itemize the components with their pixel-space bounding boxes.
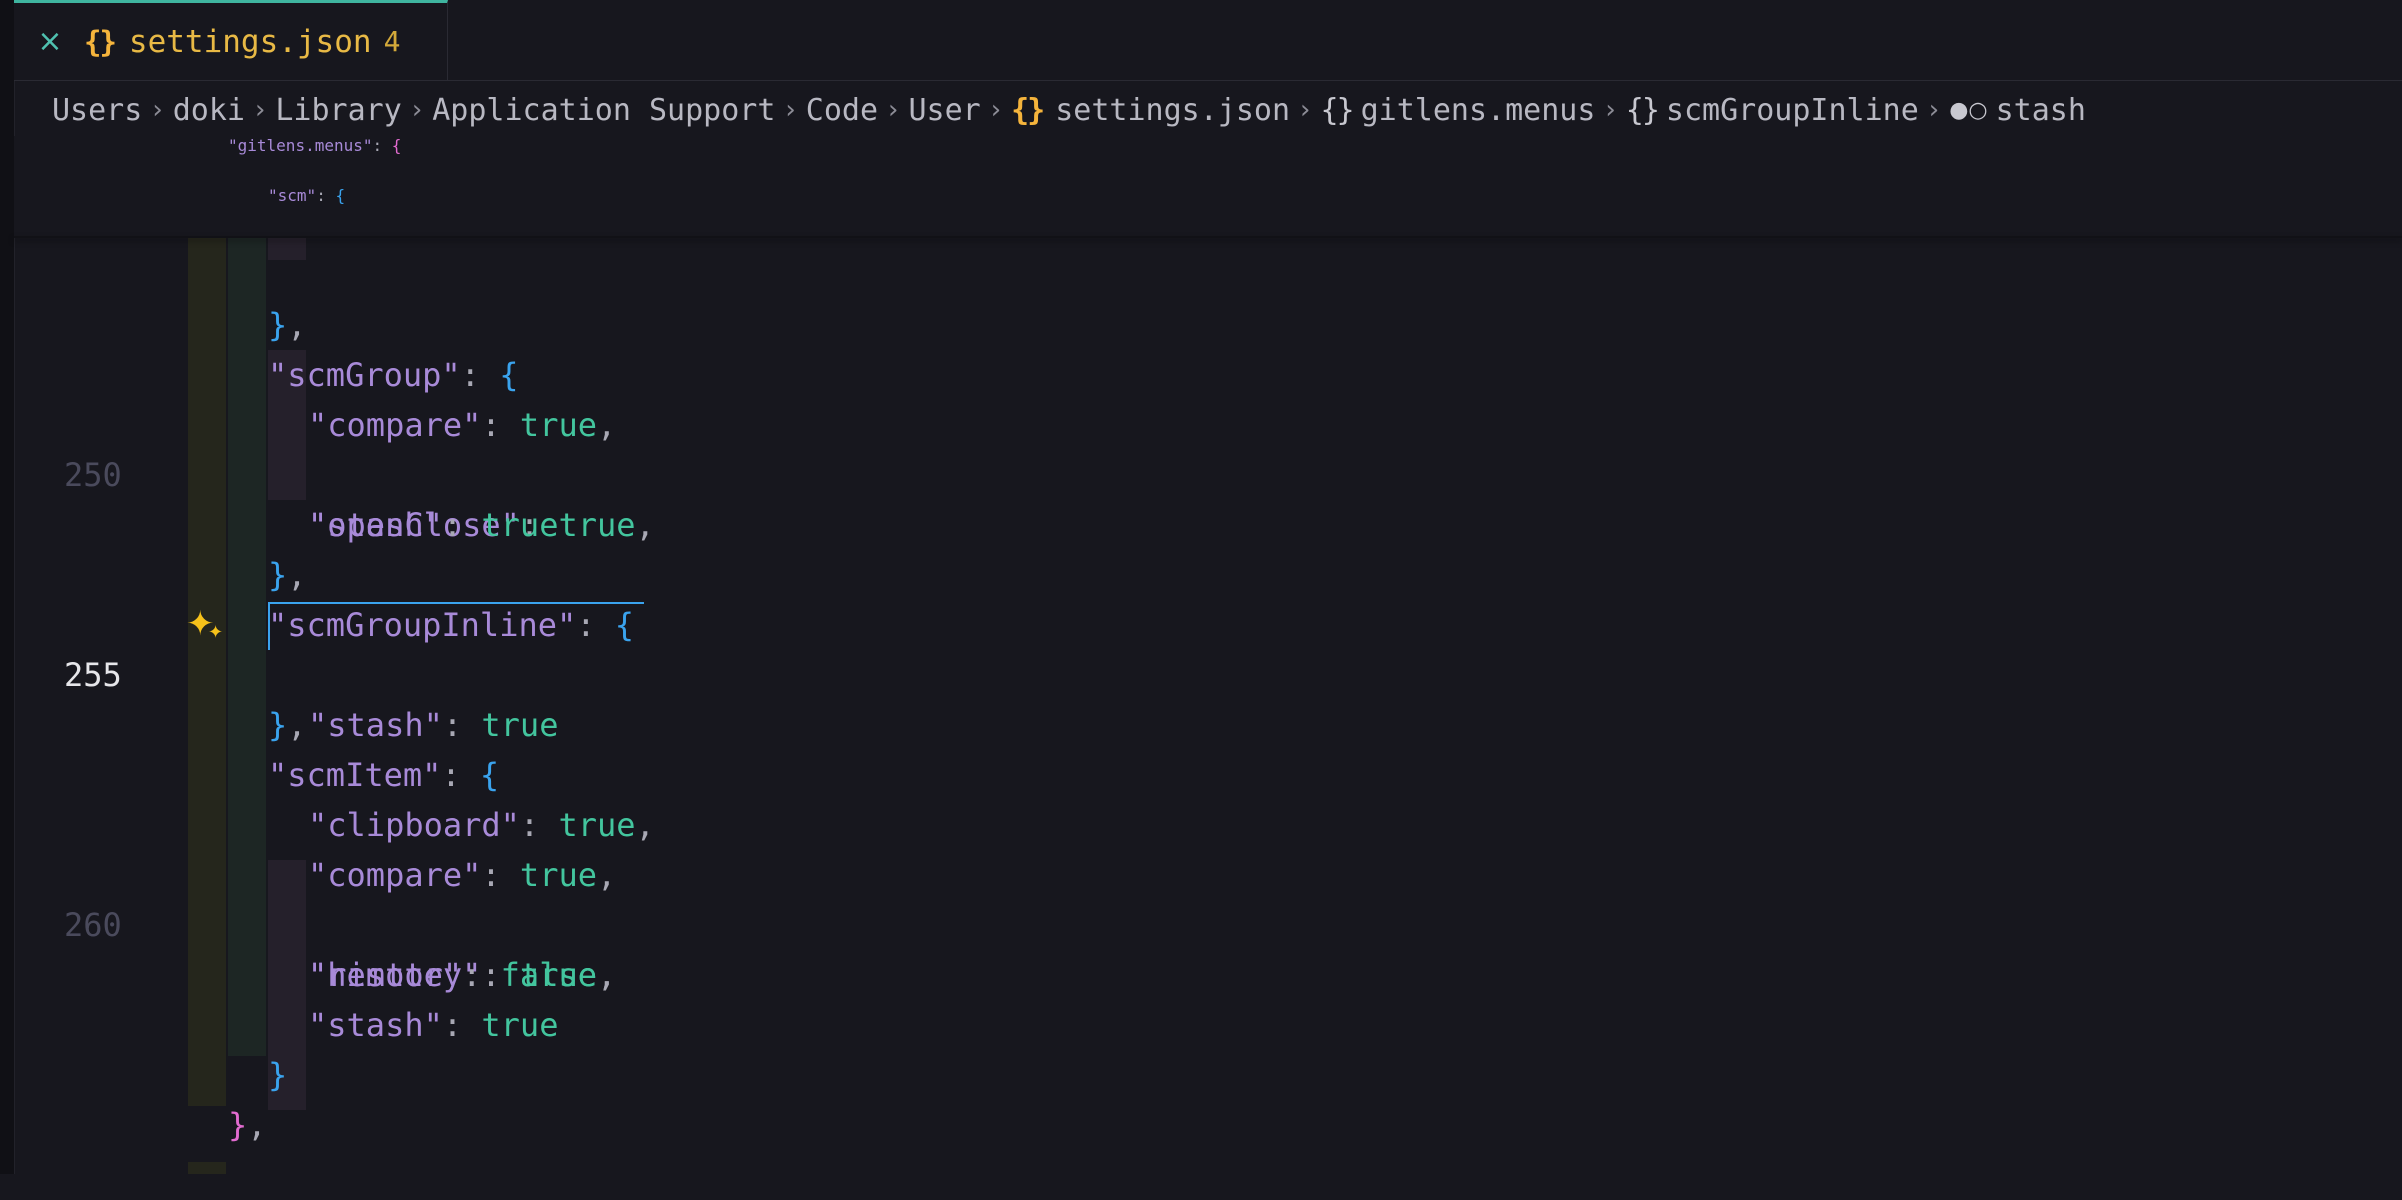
code-line[interactable]: "clipboard": true,: [14, 750, 2402, 844]
chevron-right-icon: ›: [785, 95, 796, 125]
code-line[interactable]: "stash": true: [14, 950, 2402, 1044]
breadcrumb-item-stash[interactable]: stash: [1996, 93, 2086, 128]
code-line[interactable]: 260 "history": true,: [14, 850, 2402, 994]
code-line[interactable]: "compare": true,: [14, 800, 2402, 894]
code-line[interactable]: "scmGroupInline": {: [14, 550, 2402, 644]
breadcrumb-item-doki[interactable]: doki: [173, 93, 245, 128]
bracket-match-underline: [268, 602, 644, 604]
chevron-right-icon: ›: [1605, 95, 1616, 125]
code-line[interactable]: "scmGroup": {: [14, 300, 2402, 394]
chevron-right-icon: ›: [990, 95, 1002, 125]
json-braces-icon: {}: [84, 24, 117, 59]
chevron-right-icon: ›: [152, 95, 163, 125]
object-braces-icon: {}: [1320, 92, 1354, 128]
chevron-right-icon: ›: [1300, 95, 1311, 125]
breadcrumb-item-user[interactable]: User: [908, 93, 980, 128]
sticky-scroll-line[interactable]: "gitlens.menus": {: [14, 136, 2402, 186]
text-cursor: [268, 604, 270, 650]
code-line[interactable]: "compare": true,: [14, 350, 2402, 444]
code-line[interactable]: "stash": true: [14, 450, 2402, 544]
chevron-right-icon: ›: [888, 95, 899, 125]
tab-settings-json[interactable]: × {} settings.json 4: [14, 0, 448, 80]
sticky-scroll-shadow: [14, 236, 2402, 238]
sticky-scroll-line[interactable]: "scm": {: [14, 186, 2402, 236]
json-braces-icon: {}: [1011, 92, 1045, 128]
json-key: scm: [277, 186, 307, 205]
chevron-right-icon: ›: [411, 95, 423, 125]
breadcrumb-item-scmgroupinline[interactable]: scmGroupInline: [1666, 93, 1919, 128]
breadcrumb-item-users[interactable]: Users: [52, 93, 142, 128]
brace: {: [335, 186, 346, 205]
chevron-right-icon: ›: [1928, 95, 1940, 125]
editor-left-border: [0, 0, 15, 1174]
close-icon[interactable]: ×: [36, 24, 64, 59]
object-braces-icon: {}: [1625, 92, 1660, 128]
chevron-right-icon: ›: [254, 95, 266, 125]
breadcrumb: Users › doki › Library › Application Sup…: [52, 84, 2086, 136]
code-line[interactable]: }: [14, 1000, 2402, 1094]
code-line[interactable]: },: [14, 500, 2402, 594]
sparkle-icon[interactable]: ✦ ✦: [186, 604, 223, 644]
breadcrumb-item-settings-json[interactable]: settings.json: [1055, 93, 1290, 128]
code-line[interactable]: },: [14, 250, 2402, 344]
tab-bar: × {} settings.json 4: [14, 0, 2402, 81]
breadcrumb-item-library[interactable]: Library: [275, 93, 401, 128]
breadcrumb-item-application-support[interactable]: Application Support: [432, 93, 775, 128]
indent-guide: [188, 1162, 226, 1174]
tab-label: settings.json: [128, 23, 372, 60]
code-line[interactable]: "remote": false,: [14, 900, 2402, 994]
breadcrumb-item-code[interactable]: Code: [806, 93, 878, 128]
code-line[interactable]: },: [14, 1050, 2402, 1144]
code-editor[interactable]: "gitlens.menus": { "scm": { }, "scmGroup…: [14, 136, 2402, 1174]
code-line[interactable]: 250 "openClose": true,: [14, 400, 2402, 544]
boolean-icon: ●○: [1949, 97, 1988, 123]
json-key: gitlens.menus: [237, 136, 363, 155]
code-line[interactable]: },: [14, 650, 2402, 744]
problem-count-badge: 4: [383, 25, 401, 58]
breadcrumb-item-gitlens-menus[interactable]: gitlens.menus: [1361, 93, 1596, 128]
code-line[interactable]: "scmItem": {: [14, 700, 2402, 794]
brace: {: [391, 136, 402, 155]
code-line-active[interactable]: 255 "stash": true: [14, 600, 2402, 744]
